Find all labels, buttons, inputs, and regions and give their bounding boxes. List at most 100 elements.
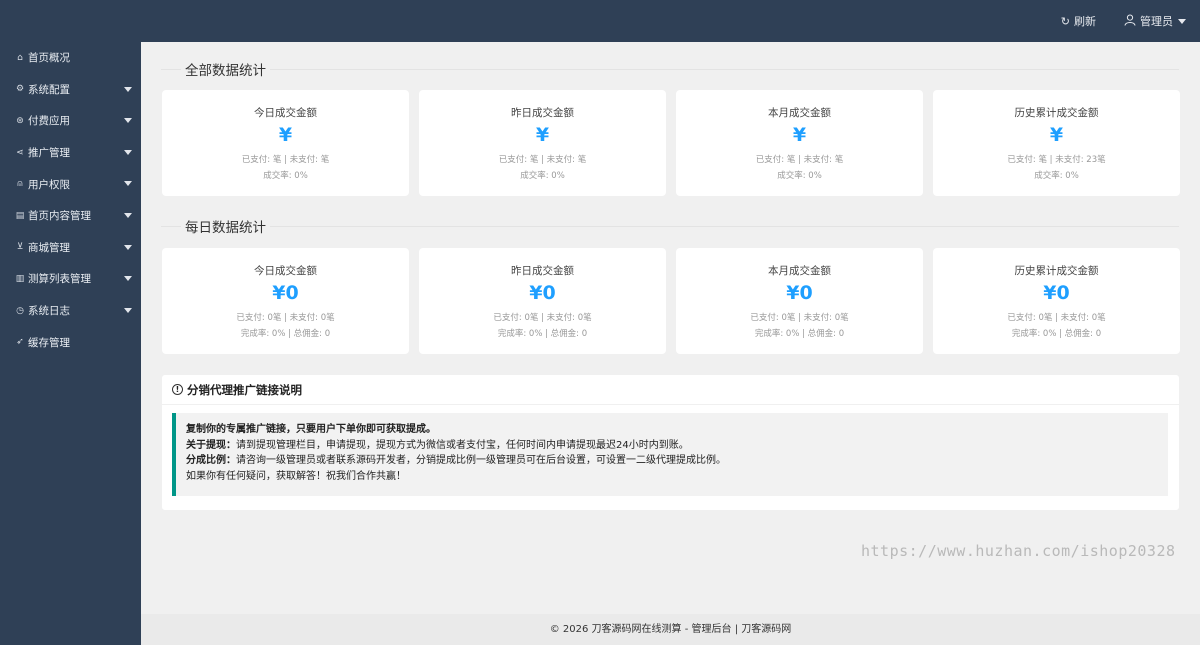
- stat-card-title: 昨日成交金额: [511, 107, 574, 119]
- stat-card: 昨日成交金额 ¥0 已支付: 0笔 | 未支付: 0笔 完成率: 0% | 总佣…: [419, 248, 666, 354]
- stat-card-rate: 完成率: 0% | 总佣金: 0: [1011, 329, 1102, 339]
- notice-line: 分成比例：请咨询一级管理员或者联系源码开发者，分销提成比例一级管理员可在后台设置…: [186, 453, 1168, 469]
- user-icon: ⍝: [17, 179, 23, 190]
- stat-card-rate: 完成率: 0% | 总佣金: 0: [240, 329, 331, 339]
- stat-card-payments: 已支付: 0笔 | 未支付: 0笔: [236, 313, 335, 323]
- sidebar-item-label: 缓存管理: [28, 336, 70, 349]
- chevron-down-icon: [124, 244, 132, 250]
- section-title: 每日数据统计: [181, 216, 270, 236]
- stat-card-rate: 成交率: 0%: [263, 171, 308, 181]
- stat-card-rate: 完成率: 0% | 总佣金: 0: [497, 329, 588, 339]
- divider: [161, 226, 1179, 227]
- sidebar-item-user-permissions[interactable]: ⍝ 用户权限: [0, 168, 141, 200]
- sidebar-item-system-log[interactable]: ◷ 系统日志: [0, 295, 141, 327]
- stat-card-value: ¥0: [272, 282, 299, 304]
- chevron-down-icon: [124, 276, 132, 282]
- notice-label: 关于提现：: [186, 439, 236, 451]
- top-header: ↻ 刷新 管理员: [0, 0, 1200, 42]
- admin-menu[interactable]: 管理员: [1124, 13, 1186, 29]
- stat-card-rate: 成交率: 0%: [777, 171, 822, 181]
- stat-card-value: ¥: [535, 124, 550, 146]
- content-icon: ▤: [15, 210, 25, 221]
- gear-icon: ⚙: [15, 84, 25, 95]
- notice-label: 分成比例：: [186, 455, 236, 466]
- stat-card-value: ¥: [1049, 124, 1064, 146]
- main-content: 全部数据统计 今日成交金额 ¥ 已支付: 笔 | 未支付: 笔 成交率: 0% …: [141, 42, 1200, 614]
- stat-card-payments: 已支付: 笔 | 未支付: 笔: [498, 155, 587, 165]
- sidebar-item-home[interactable]: ⌂ 首页概况: [0, 42, 141, 74]
- sidebar-item-label: 首页概况: [28, 52, 70, 65]
- stat-card-title: 本月成交金额: [768, 265, 831, 277]
- chevron-down-icon: [124, 212, 132, 218]
- notice-panel-header: ! 分销代理推广链接说明: [162, 375, 1179, 405]
- sidebar-item-system-config[interactable]: ⚙ 系统配置: [0, 74, 141, 106]
- stat-card: 历史累计成交金额 ¥0 已支付: 0笔 | 未支付: 0笔 完成率: 0% | …: [933, 248, 1180, 354]
- stat-card-payments: 已支付: 0笔 | 未支付: 0笔: [1007, 313, 1106, 323]
- sidebar-item-label: 付费应用: [28, 115, 70, 128]
- stat-card-rate: 成交率: 0%: [1034, 171, 1079, 181]
- sidebar-item-label: 系统日志: [28, 305, 70, 318]
- notice-quote: 复制你的专属推广链接，只要用户下单你即可获取提成。 关于提现：请到提现管理栏目，…: [172, 413, 1168, 496]
- sidebar-item-promotion[interactable]: ⋖ 推广管理: [0, 137, 141, 169]
- stat-card: 今日成交金额 ¥0 已支付: 0笔 | 未支付: 0笔 完成率: 0% | 总佣…: [162, 248, 409, 354]
- sidebar-item-mall[interactable]: ⊻ 商城管理: [0, 232, 141, 264]
- stat-card: 本月成交金额 ¥0 已支付: 0笔 | 未支付: 0笔 完成率: 0% | 总佣…: [676, 248, 923, 354]
- divider: [161, 69, 1179, 70]
- watermark-text: https://www.huzhan.com/ishop20328: [861, 542, 1176, 560]
- section-title: 全部数据统计: [181, 59, 270, 79]
- stat-card-payments: 已支付: 笔 | 未支付: 笔: [241, 155, 330, 165]
- footer-text: © 2026 刀客源码网在线测算 - 管理后台 | 刀客源码网: [549, 624, 792, 635]
- stat-card: 历史累计成交金额 ¥ 已支付: 笔 | 未支付: 23笔 成交率: 0%: [933, 90, 1180, 196]
- stat-card-title: 昨日成交金额: [511, 265, 574, 277]
- notice-panel: ! 分销代理推广链接说明 复制你的专属推广链接，只要用户下单你即可获取提成。 关…: [162, 375, 1179, 510]
- send-icon: ➶: [16, 337, 24, 348]
- stat-card-value: ¥: [792, 124, 807, 146]
- all-stats-cards: 今日成交金额 ¥ 已支付: 笔 | 未支付: 笔 成交率: 0% 昨日成交金额 …: [162, 90, 1180, 196]
- stat-card-value: ¥0: [529, 282, 556, 304]
- sidebar-item-home-content[interactable]: ▤ 首页内容管理: [0, 200, 141, 232]
- stat-card-value: ¥0: [786, 282, 813, 304]
- sidebar-item-paid-apps[interactable]: ⊛ 付费应用: [0, 105, 141, 137]
- stat-card-payments: 已支付: 0笔 | 未支付: 0笔: [493, 313, 592, 323]
- sidebar-item-label: 商城管理: [28, 241, 70, 254]
- chevron-down-icon: [124, 86, 132, 92]
- stat-card-payments: 已支付: 笔 | 未支付: 23笔: [1007, 155, 1106, 165]
- app-icon: ⊛: [16, 115, 24, 126]
- stat-card-title: 今日成交金额: [254, 107, 317, 119]
- stat-card-title: 今日成交金额: [254, 265, 317, 277]
- section-all-stats-header: 全部数据统计: [161, 42, 1179, 79]
- daily-stats-cards: 今日成交金额 ¥0 已支付: 0笔 | 未支付: 0笔 完成率: 0% | 总佣…: [162, 248, 1180, 354]
- refresh-label: 刷新: [1074, 15, 1096, 28]
- sidebar-item-label: 用户权限: [28, 178, 70, 191]
- sidebar-item-calc-list[interactable]: ▥ 测算列表管理: [0, 263, 141, 295]
- sidebar-item-label: 测算列表管理: [28, 273, 91, 286]
- header-actions: ↻ 刷新 管理员: [1033, 0, 1186, 42]
- sidebar-item-cache[interactable]: ➶ 缓存管理: [0, 326, 141, 358]
- chevron-down-icon: [124, 307, 132, 313]
- stat-card-value: ¥0: [1043, 282, 1070, 304]
- share-icon: ⋖: [16, 147, 24, 158]
- chevron-down-icon: [124, 118, 132, 124]
- notice-line: 复制你的专属推广链接，只要用户下单你即可获取提成。: [186, 422, 1168, 438]
- stat-card-title: 本月成交金额: [768, 107, 831, 119]
- stat-card: 昨日成交金额 ¥ 已支付: 笔 | 未支付: 笔 成交率: 0%: [419, 90, 666, 196]
- clock-icon: ◷: [16, 305, 24, 316]
- chevron-down-icon: [1178, 18, 1186, 24]
- info-icon: !: [172, 384, 183, 395]
- stat-card: 今日成交金额 ¥ 已支付: 笔 | 未支付: 笔 成交率: 0%: [162, 90, 409, 196]
- cart-icon: ⊻: [16, 242, 24, 253]
- refresh-button[interactable]: ↻ 刷新: [1061, 13, 1096, 29]
- stat-card-title: 历史累计成交金额: [1014, 265, 1099, 277]
- sidebar-item-label: 系统配置: [28, 83, 70, 96]
- chevron-down-icon: [124, 149, 132, 155]
- stat-card-rate: 成交率: 0%: [520, 171, 565, 181]
- footer: © 2026 刀客源码网在线测算 - 管理后台 | 刀客源码网: [141, 614, 1200, 645]
- section-daily-stats-header: 每日数据统计: [161, 199, 1179, 236]
- stat-card-rate: 完成率: 0% | 总佣金: 0: [754, 329, 845, 339]
- notice-line: 如果你有任何疑问，获取解答！祝我们合作共赢！: [186, 470, 406, 482]
- notice-text: 请到提现管理栏目，申请提现，提现方式为微信或者支付宝，任何时间内申请提现最迟24…: [236, 439, 689, 451]
- refresh-icon: ↻: [1060, 14, 1070, 28]
- notice-text: 请咨询一级管理员或者联系源码开发者，分销提成比例一级管理员可在后台设置，可设置一…: [236, 455, 726, 466]
- stat-card-payments: 已支付: 笔 | 未支付: 笔: [755, 155, 844, 165]
- home-icon: ⌂: [17, 52, 23, 63]
